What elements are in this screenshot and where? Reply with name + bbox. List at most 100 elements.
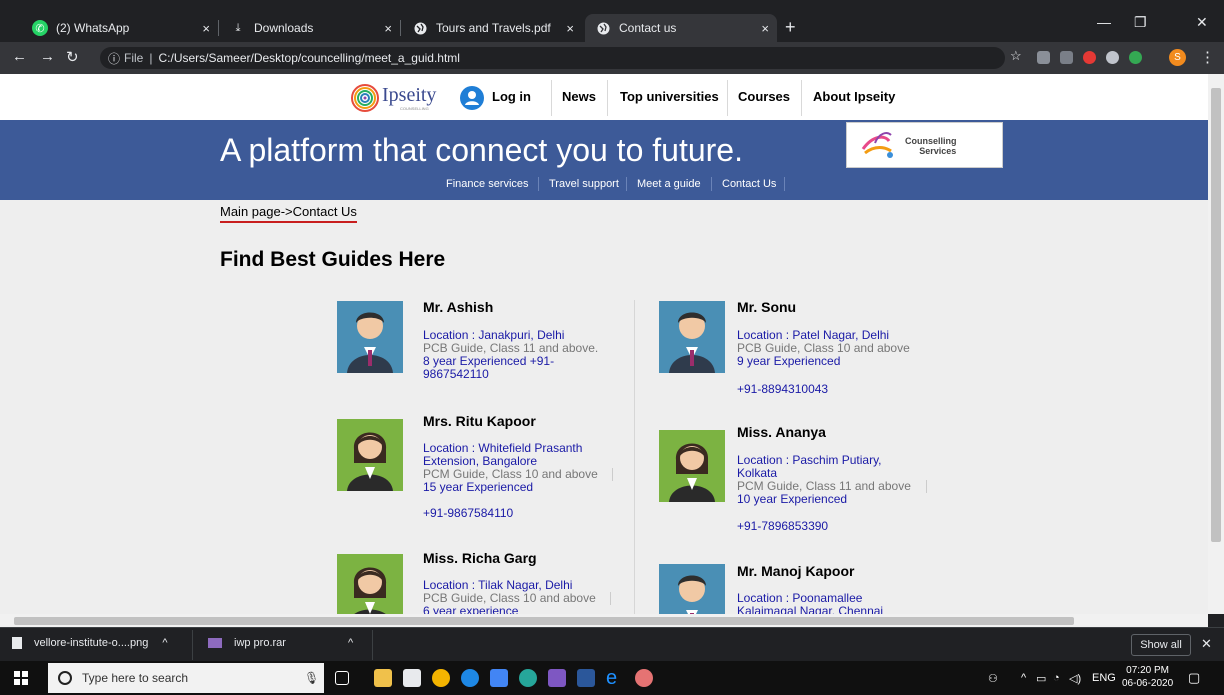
chevron-up-icon[interactable]: ^ — [1021, 672, 1026, 684]
taskbar-search-input[interactable]: Type here to search 🎙 — [48, 663, 324, 693]
close-icon[interactable]: × — [566, 21, 574, 36]
link-travel-support[interactable]: Travel support — [549, 178, 619, 190]
nav-separator — [607, 80, 608, 116]
close-icon[interactable]: ✕ — [1201, 636, 1212, 652]
browser-toolbar: ← → ↻ ⓘ File | C:/Users/Sameer/Desktop/c… — [0, 42, 1224, 74]
badge-line-2: Services — [919, 146, 957, 156]
notification-icon[interactable]: ▢ — [1188, 670, 1200, 686]
extension-icon[interactable] — [1129, 51, 1142, 64]
horizontal-scrollbar[interactable] — [0, 614, 1208, 627]
tab-separator — [218, 20, 219, 36]
chrome-icon[interactable] — [432, 669, 450, 687]
download-item[interactable]: iwp pro.rar ^ — [208, 637, 353, 649]
breadcrumb[interactable]: Main page->Contact Us — [220, 204, 357, 223]
info-icon[interactable]: ⓘ — [108, 50, 120, 67]
guide-location-line-2: Kalaimagal Nagar, Chennai — [737, 604, 884, 615]
back-icon[interactable]: ← — [12, 48, 27, 65]
word-icon[interactable] — [577, 669, 595, 687]
edge-icon[interactable]: e — [606, 668, 624, 688]
guide-name: Mr. Ashish — [423, 299, 494, 315]
site-navbar: Ipseity COUNSELLING Log in News Top univ… — [0, 74, 1208, 120]
extension-icon[interactable] — [1060, 51, 1073, 64]
guide-experience: 6 year experience — [423, 604, 519, 615]
download-item[interactable]: vellore-institute-o....png ^ — [12, 637, 168, 649]
wifi-icon[interactable]: ◔ — [1053, 672, 1060, 684]
sub-nav-separator — [538, 177, 539, 191]
clock[interactable]: 07:20 PM 06-06-2020 — [1122, 664, 1173, 690]
link-finance-services[interactable]: Finance services — [446, 178, 529, 190]
file-explorer-icon[interactable] — [374, 669, 392, 687]
profile-avatar[interactable]: S — [1169, 49, 1186, 66]
close-icon[interactable]: × — [761, 21, 769, 36]
scrollbar-thumb[interactable] — [1211, 88, 1221, 542]
restore-icon[interactable]: ❐ — [1134, 14, 1147, 31]
windows-start-icon[interactable] — [14, 671, 28, 685]
shield-icon[interactable] — [1106, 51, 1119, 64]
star-icon[interactable]: ☆ — [1010, 48, 1022, 64]
tab-strip: ✆ (2) WhatsApp × ⤓ Downloads × Tours and… — [0, 0, 1224, 42]
app-icon[interactable] — [490, 669, 508, 687]
nav-separator — [727, 80, 728, 116]
close-icon[interactable]: × — [384, 21, 392, 36]
app-icon[interactable] — [461, 669, 479, 687]
nav-news[interactable]: News — [562, 89, 596, 104]
chevron-up-icon[interactable]: ^ — [162, 637, 167, 649]
tab-contact-us[interactable]: Contact us × — [585, 14, 777, 42]
nav-about[interactable]: About Ipseity — [813, 89, 895, 104]
menu-icon[interactable]: ⋮ — [1200, 48, 1215, 66]
link-contact-us[interactable]: Contact Us — [722, 178, 776, 190]
microphone-icon[interactable]: 🎙 — [304, 671, 319, 685]
tab-whatsapp[interactable]: ✆ (2) WhatsApp × — [22, 14, 218, 42]
app-icon[interactable] — [548, 669, 566, 687]
counselling-services-badge: Counselling Services — [846, 122, 1003, 168]
brand-logo[interactable]: Ipseity COUNSELLING — [350, 80, 436, 114]
tab-title: Tours and Travels.pdf — [436, 21, 551, 35]
store-icon[interactable] — [403, 669, 421, 687]
avatar-male — [659, 564, 725, 614]
shelf-separator — [372, 630, 373, 660]
extension-icon[interactable] — [1037, 51, 1050, 64]
tab-tours-pdf[interactable]: Tours and Travels.pdf × — [402, 14, 582, 42]
minimize-icon[interactable]: — — [1097, 14, 1111, 30]
chevron-up-icon[interactable]: ^ — [348, 637, 353, 649]
tab-separator — [400, 20, 401, 36]
people-icon[interactable]: ⚇ — [988, 672, 998, 685]
nav-courses[interactable]: Courses — [738, 89, 790, 104]
vertical-scrollbar[interactable] — [1208, 74, 1224, 614]
guide-phone[interactable]: 9867542110 — [423, 368, 489, 381]
user-icon[interactable] — [460, 86, 484, 110]
new-tab-button[interactable]: + — [785, 18, 796, 36]
extension-icon[interactable] — [1083, 51, 1096, 64]
close-icon[interactable]: × — [202, 21, 210, 36]
address-bar[interactable]: ⓘ File | C:/Users/Sameer/Desktop/councel… — [100, 47, 1005, 69]
app-icon[interactable] — [519, 669, 537, 687]
nav-login[interactable]: Log in — [492, 89, 531, 104]
show-all-button[interactable]: Show all — [1131, 634, 1191, 656]
nav-top-universities[interactable]: Top universities — [620, 89, 719, 104]
window-close-icon[interactable]: ✕ — [1196, 14, 1208, 31]
globe-icon — [595, 20, 611, 36]
scrollbar-thumb[interactable] — [14, 617, 1074, 625]
text-divider — [610, 592, 611, 605]
download-shelf: vellore-institute-o....png ^ iwp pro.rar… — [0, 627, 1224, 661]
link-meet-a-guide[interactable]: Meet a guide — [637, 178, 701, 190]
brand-tagline: COUNSELLING — [400, 105, 429, 111]
language-indicator[interactable]: ENG — [1092, 672, 1116, 684]
paint-icon[interactable] — [635, 669, 653, 687]
url-text: C:/Users/Sameer/Desktop/councelling/meet… — [158, 51, 460, 65]
badge-text: Counselling Services — [905, 136, 957, 156]
task-view-icon[interactable] — [335, 671, 349, 685]
tab-downloads[interactable]: ⤓ Downloads × — [220, 14, 400, 42]
archive-icon — [208, 638, 222, 648]
guide-phone[interactable]: +91-7896853390 — [737, 520, 828, 533]
guide-phone[interactable]: +91-9867584110 — [423, 507, 513, 520]
reload-icon[interactable]: ↻ — [66, 48, 79, 66]
download-filename: iwp pro.rar — [234, 637, 286, 649]
volume-icon[interactable]: ◁) — [1069, 672, 1081, 685]
guide-phone[interactable]: +91-8894310043 — [737, 383, 828, 396]
guide-experience: 15 year Experienced — [423, 480, 534, 494]
page-title: Find Best Guides Here — [220, 248, 446, 271]
battery-icon[interactable]: ▭ — [1036, 672, 1046, 685]
forward-icon[interactable]: → — [40, 48, 55, 65]
scheme-label: File — [124, 51, 144, 65]
